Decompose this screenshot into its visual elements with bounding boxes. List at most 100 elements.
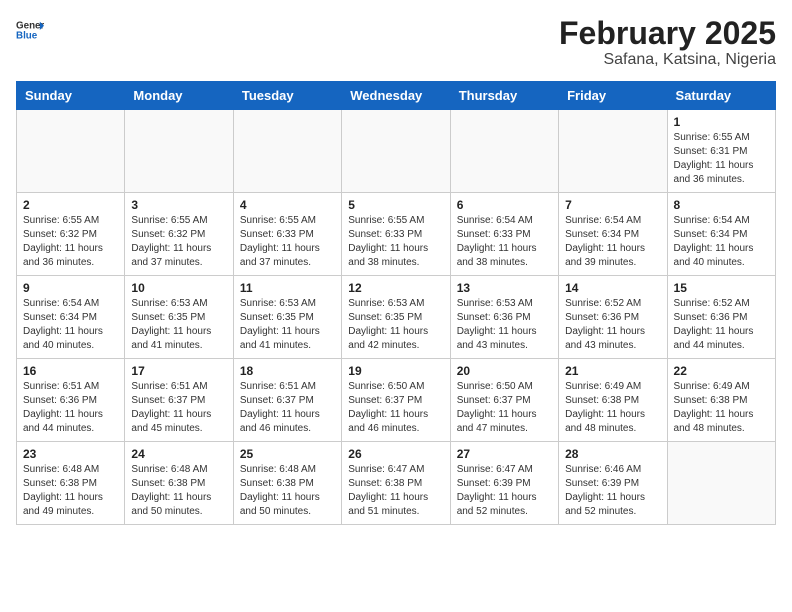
day-number: 23 <box>23 447 118 461</box>
calendar-cell: 22Sunrise: 6:49 AM Sunset: 6:38 PM Dayli… <box>667 359 775 442</box>
day-info: Sunrise: 6:51 AM Sunset: 6:37 PM Dayligh… <box>131 380 226 436</box>
day-of-week-monday: Monday <box>125 82 233 110</box>
day-info: Sunrise: 6:54 AM Sunset: 6:34 PM Dayligh… <box>23 297 118 353</box>
day-of-week-tuesday: Tuesday <box>233 82 341 110</box>
day-number: 28 <box>565 447 660 461</box>
day-info: Sunrise: 6:55 AM Sunset: 6:32 PM Dayligh… <box>131 214 226 270</box>
day-info: Sunrise: 6:48 AM Sunset: 6:38 PM Dayligh… <box>240 463 335 519</box>
calendar-cell: 14 Sunrise: 6:52 AM Sunset: 6:36 PM Dayli… <box>559 276 667 359</box>
day-number: 14 <box>565 281 660 295</box>
day-info: Sunrise: 6:52 AM Sunset: 6:36 PM Dayligh… <box>674 297 769 353</box>
day-number: 1 <box>674 115 769 129</box>
day-info: Sunrise: 6:52 AM Sunset: 6:36 PM Dayligh… <box>565 297 660 353</box>
day-of-week-saturday: Saturday <box>667 82 775 110</box>
title-area: February 2025 Safana, Katsina, Nigeria <box>559 16 776 69</box>
calendar-cell: 17 Sunrise: 6:51 AM Sunset: 6:37 PM Dayli… <box>125 359 233 442</box>
calendar-cell: 25 Sunrise: 6:48 AM Sunset: 6:38 PM Dayli… <box>233 442 341 525</box>
logo: General Blue <box>16 16 44 44</box>
day-number: 27 <box>457 447 552 461</box>
day-info: Sunrise: 6:47 AM Sunset: 6:39 PM Dayligh… <box>457 463 552 519</box>
calendar-cell: 8 Sunrise: 6:54 AM Sunset: 6:34 PM Daylig… <box>667 193 775 276</box>
day-info: Sunrise: 6:55 AM Sunset: 6:33 PM Dayligh… <box>348 214 443 270</box>
calendar-cell: 13 Sunrise: 6:53 AM Sunset: 6:36 PM Dayli… <box>450 276 558 359</box>
calendar-cell: 27 Sunrise: 6:47 AM Sunset: 6:39 PM Dayli… <box>450 442 558 525</box>
day-info: Sunrise: 6:53 AM Sunset: 6:35 PM Dayligh… <box>348 297 443 353</box>
calendar-cell <box>342 110 450 193</box>
day-number: 5 <box>348 198 443 212</box>
day-number: 25 <box>240 447 335 461</box>
day-info: Sunrise: 6:51 AM Sunset: 6:37 PM Dayligh… <box>240 380 335 436</box>
day-of-week-wednesday: Wednesday <box>342 82 450 110</box>
header: General Blue February 2025 Safana, Katsi… <box>16 16 776 69</box>
day-number: 20 <box>457 364 552 378</box>
calendar-cell: 15 Sunrise: 6:52 AM Sunset: 6:36 PM Dayli… <box>667 276 775 359</box>
calendar-cell: 3 Sunrise: 6:55 AM Sunset: 6:32 PM Daylig… <box>125 193 233 276</box>
week-row: 16 Sunrise: 6:51 AM Sunset: 6:36 PM Dayli… <box>17 359 776 442</box>
calendar-cell: 9 Sunrise: 6:54 AM Sunset: 6:34 PM Daylig… <box>17 276 125 359</box>
calendar-cell: 26Sunrise: 6:47 AM Sunset: 6:38 PM Dayli… <box>342 442 450 525</box>
day-number: 9 <box>23 281 118 295</box>
day-number: 17 <box>131 364 226 378</box>
day-number: 24 <box>131 447 226 461</box>
day-number: 22 <box>674 364 769 378</box>
day-number: 12 <box>348 281 443 295</box>
calendar-cell: 10Sunrise: 6:53 AM Sunset: 6:35 PM Dayli… <box>125 276 233 359</box>
day-number: 2 <box>23 198 118 212</box>
day-number: 21 <box>565 364 660 378</box>
day-info: Sunrise: 6:50 AM Sunset: 6:37 PM Dayligh… <box>348 380 443 436</box>
day-number: 4 <box>240 198 335 212</box>
day-info: Sunrise: 6:48 AM Sunset: 6:38 PM Dayligh… <box>131 463 226 519</box>
calendar-cell: 21 Sunrise: 6:49 AM Sunset: 6:38 PM Dayli… <box>559 359 667 442</box>
calendar-cell: 11Sunrise: 6:53 AM Sunset: 6:35 PM Dayli… <box>233 276 341 359</box>
day-of-week-friday: Friday <box>559 82 667 110</box>
calendar-cell: 4Sunrise: 6:55 AM Sunset: 6:33 PM Daylig… <box>233 193 341 276</box>
day-number: 6 <box>457 198 552 212</box>
calendar: SundayMondayTuesdayWednesdayThursdayFrid… <box>16 81 776 525</box>
calendar-cell: 5 Sunrise: 6:55 AM Sunset: 6:33 PM Daylig… <box>342 193 450 276</box>
calendar-cell: 7Sunrise: 6:54 AM Sunset: 6:34 PM Daylig… <box>559 193 667 276</box>
sub-title: Safana, Katsina, Nigeria <box>559 51 776 69</box>
calendar-cell: 2 Sunrise: 6:55 AM Sunset: 6:32 PM Daylig… <box>17 193 125 276</box>
day-info: Sunrise: 6:53 AM Sunset: 6:35 PM Dayligh… <box>240 297 335 353</box>
calendar-cell: 12 Sunrise: 6:53 AM Sunset: 6:35 PM Dayli… <box>342 276 450 359</box>
week-row: 1 Sunrise: 6:55 AM Sunset: 6:31 PM Daylig… <box>17 110 776 193</box>
day-of-week-thursday: Thursday <box>450 82 558 110</box>
day-of-week-sunday: Sunday <box>17 82 125 110</box>
main-title: February 2025 <box>559 16 776 51</box>
day-info: Sunrise: 6:50 AM Sunset: 6:37 PM Dayligh… <box>457 380 552 436</box>
calendar-cell <box>233 110 341 193</box>
svg-text:Blue: Blue <box>16 30 38 41</box>
day-info: Sunrise: 6:54 AM Sunset: 6:33 PM Dayligh… <box>457 214 552 270</box>
week-row: 2 Sunrise: 6:55 AM Sunset: 6:32 PM Daylig… <box>17 193 776 276</box>
calendar-cell <box>559 110 667 193</box>
calendar-cell <box>17 110 125 193</box>
day-number: 15 <box>674 281 769 295</box>
day-number: 8 <box>674 198 769 212</box>
calendar-cell: 18Sunrise: 6:51 AM Sunset: 6:37 PM Dayli… <box>233 359 341 442</box>
day-number: 10 <box>131 281 226 295</box>
calendar-cell <box>125 110 233 193</box>
day-info: Sunrise: 6:49 AM Sunset: 6:38 PM Dayligh… <box>565 380 660 436</box>
day-info: Sunrise: 6:53 AM Sunset: 6:36 PM Dayligh… <box>457 297 552 353</box>
day-info: Sunrise: 6:46 AM Sunset: 6:39 PM Dayligh… <box>565 463 660 519</box>
day-info: Sunrise: 6:54 AM Sunset: 6:34 PM Dayligh… <box>674 214 769 270</box>
calendar-cell: 20 Sunrise: 6:50 AM Sunset: 6:37 PM Dayli… <box>450 359 558 442</box>
calendar-cell: 1 Sunrise: 6:55 AM Sunset: 6:31 PM Daylig… <box>667 110 775 193</box>
day-info: Sunrise: 6:48 AM Sunset: 6:38 PM Dayligh… <box>23 463 118 519</box>
day-number: 13 <box>457 281 552 295</box>
calendar-header-row: SundayMondayTuesdayWednesdayThursdayFrid… <box>17 82 776 110</box>
day-number: 7 <box>565 198 660 212</box>
day-number: 16 <box>23 364 118 378</box>
calendar-cell: 24 Sunrise: 6:48 AM Sunset: 6:38 PM Dayli… <box>125 442 233 525</box>
day-number: 19 <box>348 364 443 378</box>
calendar-cell: 6 Sunrise: 6:54 AM Sunset: 6:33 PM Daylig… <box>450 193 558 276</box>
day-info: Sunrise: 6:55 AM Sunset: 6:31 PM Dayligh… <box>674 131 769 187</box>
calendar-cell: 23 Sunrise: 6:48 AM Sunset: 6:38 PM Dayli… <box>17 442 125 525</box>
day-info: Sunrise: 6:55 AM Sunset: 6:32 PM Dayligh… <box>23 214 118 270</box>
day-info: Sunrise: 6:51 AM Sunset: 6:36 PM Dayligh… <box>23 380 118 436</box>
day-number: 3 <box>131 198 226 212</box>
calendar-cell: 28 Sunrise: 6:46 AM Sunset: 6:39 PM Dayli… <box>559 442 667 525</box>
logo-icon: General Blue <box>16 16 44 44</box>
week-row: 23 Sunrise: 6:48 AM Sunset: 6:38 PM Dayli… <box>17 442 776 525</box>
day-info: Sunrise: 6:47 AM Sunset: 6:38 PM Dayligh… <box>348 463 443 519</box>
